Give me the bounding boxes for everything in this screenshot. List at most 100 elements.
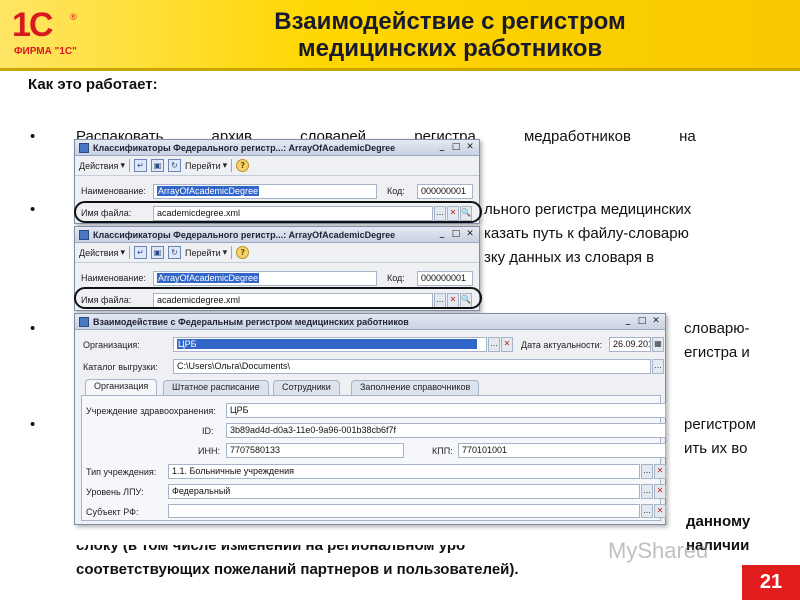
tab-employees[interactable]: Сотрудники [273, 380, 340, 395]
bullet-2-line1: льного регистра медицинских [484, 201, 692, 218]
organization-input-value: ЦРБ [177, 339, 477, 349]
institution-type-label: Тип учреждения: [86, 467, 157, 477]
goto-menu[interactable]: Перейти ▾ [185, 160, 227, 171]
slide-title-line1: Взаимодействие с регистром [274, 8, 626, 35]
organization-tab-panel: Учреждение здравоохранения: ЦРБ ID: 3b89… [81, 395, 666, 521]
select-organization-button[interactable]: ... [488, 337, 500, 352]
save-icon[interactable]: ▣ [150, 159, 164, 172]
goto-menu-label: Перейти [184, 247, 221, 258]
classifier-window-1-title: Классификаторы Федерального регистр...: … [93, 142, 396, 153]
register-interaction-window[interactable]: Взаимодействие с Федеральным регистром м… [74, 313, 666, 525]
institution-type-input[interactable]: 1.1. Больничные учреждения [168, 464, 640, 479]
close-icon[interactable]: ✕ [464, 229, 476, 240]
window-app-icon [79, 142, 89, 153]
organization-label: Организация: [83, 340, 140, 350]
clear-icon[interactable]: ✕ [501, 337, 513, 352]
select-type-button[interactable]: ... [641, 464, 653, 479]
tab-staff-schedule[interactable]: Штатное расписание [163, 380, 269, 395]
chevron-down-icon: ▾ [120, 247, 125, 257]
maximize-icon[interactable]: □ [450, 142, 462, 153]
toolbar-separator [231, 246, 233, 259]
actions-menu[interactable]: Действия ▾ [79, 160, 125, 171]
toolbar-separator [128, 159, 130, 172]
relevance-date-input[interactable]: 26.09.2011 [609, 337, 651, 352]
close-icon[interactable]: ✕ [650, 316, 662, 327]
classifier-window-1-toolbar: Действия ▾ ↵ ▣ ↻ Перейти ▾ ? [75, 156, 479, 176]
bullet-2-line3: зку данных из словаря в [484, 249, 655, 266]
minimize-icon[interactable]: _ [622, 316, 634, 327]
lpu-level-label: Уровень ЛПУ: [86, 487, 144, 497]
relevance-date-label: Дата актуальности: [521, 340, 603, 350]
window-app-icon [79, 316, 89, 327]
select-catalog-button[interactable]: ... [652, 359, 664, 374]
code-label: Код: [387, 186, 405, 196]
save-icon[interactable]: ▣ [150, 246, 164, 259]
institution-input[interactable]: ЦРБ [226, 403, 666, 418]
maximize-icon[interactable]: □ [450, 229, 462, 240]
highlight-oval-1 [74, 201, 482, 223]
id-input[interactable]: 3b89ad4d-d0a3-11e0-9a96-001b38cb6f7f [226, 423, 666, 438]
name-input[interactable]: ArrayOfAcademicDegree [153, 184, 377, 199]
select-lpu-button[interactable]: ... [641, 484, 653, 499]
classifier-window-2-titlebar[interactable]: Классификаторы Федерального регистр...: … [75, 227, 479, 243]
tab-fill-directories[interactable]: Заполнение справочников [351, 380, 480, 395]
bullet-2-line2: казать путь к файлу-словарю [484, 225, 689, 242]
bullet-4-line2: ить их во [684, 440, 748, 457]
refresh-icon[interactable]: ↻ [167, 246, 181, 259]
save-close-icon[interactable]: ↵ [133, 246, 147, 259]
goto-menu[interactable]: Перейти ▾ [185, 247, 227, 258]
bullet-5-line1: данному [686, 513, 751, 530]
inn-input[interactable]: 7707580133 [226, 443, 404, 458]
register-interaction-titlebar[interactable]: Взаимодействие с Федеральным регистром м… [75, 314, 665, 330]
bullet-5-line3: слоку (в том числе изменений на регионал… [76, 537, 466, 554]
actions-menu[interactable]: Действия ▾ [79, 247, 125, 258]
firm-1c-logo: 1С ® ФИРМА "1С" [8, 6, 108, 64]
slide-header: 1С ® ФИРМА "1С" Взаимодействие с регистр… [0, 0, 800, 68]
close-icon[interactable]: ✕ [464, 142, 476, 153]
bullet-4-glyph: • [30, 416, 36, 433]
help-icon[interactable]: ? [236, 159, 250, 172]
organization-input[interactable]: ЦРБ [173, 337, 487, 352]
calendar-icon[interactable]: ▦ [652, 337, 664, 352]
name-input-value: ArrayOfAcademicDegree [157, 273, 260, 283]
clear-icon[interactable]: ✕ [654, 504, 666, 518]
chevron-down-icon: ▾ [120, 160, 125, 170]
actions-menu-label: Действия [79, 160, 119, 171]
subject-rf-input[interactable] [168, 504, 640, 518]
goto-menu-label: Перейти [184, 160, 221, 171]
name-label: Наименование: [81, 273, 146, 283]
lpu-level-input[interactable]: Федеральный [168, 484, 640, 499]
code-label: Код: [387, 273, 405, 283]
kpp-input[interactable]: 770101001 [458, 443, 666, 458]
classifier-window-1-titlebar[interactable]: Классификаторы Федерального регистр...: … [75, 140, 479, 156]
code-input[interactable]: 000000001 [417, 184, 473, 199]
name-input[interactable]: ArrayOfAcademicDegree [153, 271, 377, 286]
minimize-icon[interactable]: _ [436, 142, 448, 153]
highlight-oval-2 [74, 287, 482, 309]
toolbar-separator [128, 246, 130, 259]
classifier-window-2-title: Классификаторы Федерального регистр...: … [93, 229, 396, 240]
bullet-5-line4: соответствующих пожеланий партнеров и по… [76, 561, 519, 578]
header-divider [0, 68, 800, 71]
toolbar-separator [231, 159, 233, 172]
tab-organization[interactable]: Организация [85, 379, 158, 395]
help-icon[interactable]: ? [236, 246, 250, 259]
minimize-icon[interactable]: _ [436, 229, 448, 240]
institution-label: Учреждение здравоохранения: [86, 406, 216, 416]
kpp-label: КПП: [432, 446, 453, 456]
code-input[interactable]: 000000001 [417, 271, 473, 286]
select-subject-button[interactable]: ... [641, 504, 653, 518]
name-input-value: ArrayOfAcademicDegree [157, 186, 260, 196]
maximize-icon[interactable]: □ [636, 316, 648, 327]
bullet-3-line1: словарю- [684, 320, 750, 337]
logo-firm-text: ФИРМА "1С" [14, 46, 77, 57]
clear-icon[interactable]: ✕ [654, 464, 666, 479]
refresh-icon[interactable]: ↻ [167, 159, 181, 172]
bullet-3-glyph: • [30, 320, 36, 337]
clear-icon[interactable]: ✕ [654, 484, 666, 499]
save-close-icon[interactable]: ↵ [133, 159, 147, 172]
how-it-works-heading: Как это работает: [28, 76, 158, 93]
classifier-window-2-toolbar: Действия ▾ ↵ ▣ ↻ Перейти ▾ ? [75, 243, 479, 263]
export-catalog-input[interactable]: C:\Users\Ольга\Documents\ [173, 359, 651, 374]
register-interaction-title: Взаимодействие с Федеральным регистром м… [93, 316, 409, 327]
